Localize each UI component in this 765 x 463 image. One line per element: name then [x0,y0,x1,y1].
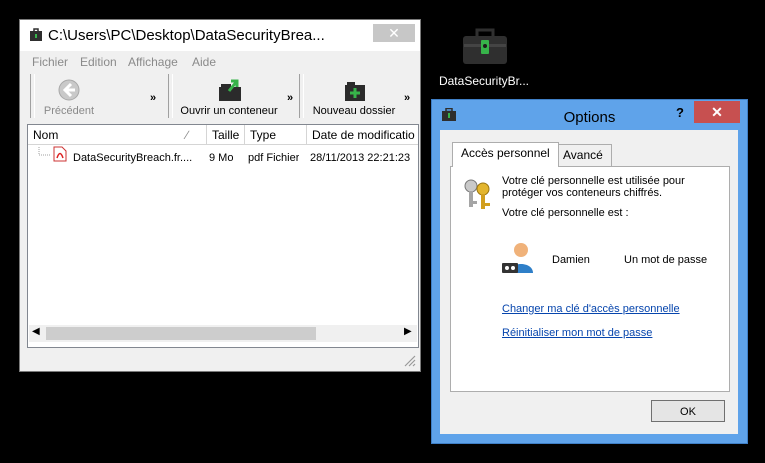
resize-grip-icon[interactable] [403,354,416,367]
scroll-right-icon[interactable]: ▶ [404,326,412,337]
menu-affichage[interactable]: Affichage [128,55,178,69]
desktop-icon-label: DataSecurityBr... [438,74,530,88]
toolbar: Précédent » Ouvrir un conteneur » Nouvea… [20,72,420,120]
back-arrow-icon [58,79,80,101]
column-label: Nom [33,128,59,142]
menu-aide[interactable]: Aide [192,55,216,69]
options-dialog: Options ? ✕ Accès personnel Avancé Votre… [431,99,748,444]
keys-icon [464,179,490,209]
user-name: Damien [552,254,590,266]
menu-bar: Fichier Edition Affichage Aide [20,52,420,72]
close-button[interactable]: ✕ [694,101,740,123]
title-bar[interactable]: C:\Users\PC\Desktop\DataSecurityBrea... … [20,20,420,51]
key-label: Votre clé personnelle est : [502,207,629,219]
scroll-left-icon[interactable]: ◀ [32,326,40,337]
new-folder-button[interactable]: Nouveau dossier [310,74,398,120]
help-button[interactable]: ? [676,105,684,120]
toolbar-separator [168,74,173,118]
explorer-window: C:\Users\PC\Desktop\DataSecurityBrea... … [19,19,421,372]
tab-panel: Votre clé personnelle est utilisée pour … [450,166,730,392]
menu-edition[interactable]: Edition [80,55,117,69]
column-header-date[interactable]: Date de modificatio [307,125,418,145]
back-label: Précédent [43,105,95,117]
file-size: 9 Mo [209,152,234,164]
column-header-size[interactable]: Taille [207,125,245,145]
window-title: C:\Users\PC\Desktop\DataSecurityBrea... [48,27,325,44]
status-bar [20,350,420,371]
pdf-file-icon [53,146,67,162]
toolbar-separator [299,74,304,118]
column-header-name[interactable]: Nom ∕ [28,125,207,145]
new-folder-label: Nouveau dossier [312,105,396,117]
user-password-icon [502,243,533,273]
description-line1: Votre clé personnelle est utilisée pour [502,175,685,187]
tab-avance[interactable]: Avancé [554,144,612,166]
close-button[interactable]: ✕ [373,24,415,42]
sort-icon: ∕ [186,128,189,142]
toolbar-more-icon[interactable]: » [287,92,293,104]
tree-line-icon [38,147,51,156]
reset-password-link[interactable]: Réinitialiser mon mot de passe [502,327,652,339]
folder-open-icon [219,79,241,101]
menu-fichier[interactable]: Fichier [32,55,68,69]
toolbar-more-icon[interactable]: » [404,92,410,104]
description-line2: protéger vos conteneurs chiffrés. [502,187,662,199]
ok-button[interactable]: OK [651,400,725,422]
toolbar-separator [30,74,35,118]
change-key-link[interactable]: Changer ma clé d'accès personnelle [502,303,680,315]
dialog-body: Accès personnel Avancé Votre clé personn… [440,130,738,434]
desktop-icon[interactable]: DataSecurityBr... [436,26,532,92]
file-type: pdf Fichier [248,152,300,164]
back-button[interactable]: Précédent [36,74,102,120]
key-type: Un mot de passe [624,254,708,266]
open-container-label: Ouvrir un conteneur [180,105,278,117]
file-date: 28/11/2013 22:21:23 [310,152,411,164]
horizontal-scrollbar[interactable]: ◀ ▶ [29,325,417,342]
column-header-type[interactable]: Type [245,125,307,145]
safe-icon [30,28,42,41]
file-name: DataSecurityBreach.fr.... [73,152,193,164]
briefcase-safe-icon [463,28,507,64]
new-folder-icon [345,82,365,101]
toolbar-more-icon[interactable]: » [150,92,156,104]
file-list[interactable]: Nom ∕ Taille Type Date de modificatio Da… [27,124,419,348]
scroll-thumb[interactable] [46,327,316,340]
open-container-button[interactable]: Ouvrir un conteneur [174,74,284,120]
tab-acces-personnel[interactable]: Accès personnel [452,142,559,167]
